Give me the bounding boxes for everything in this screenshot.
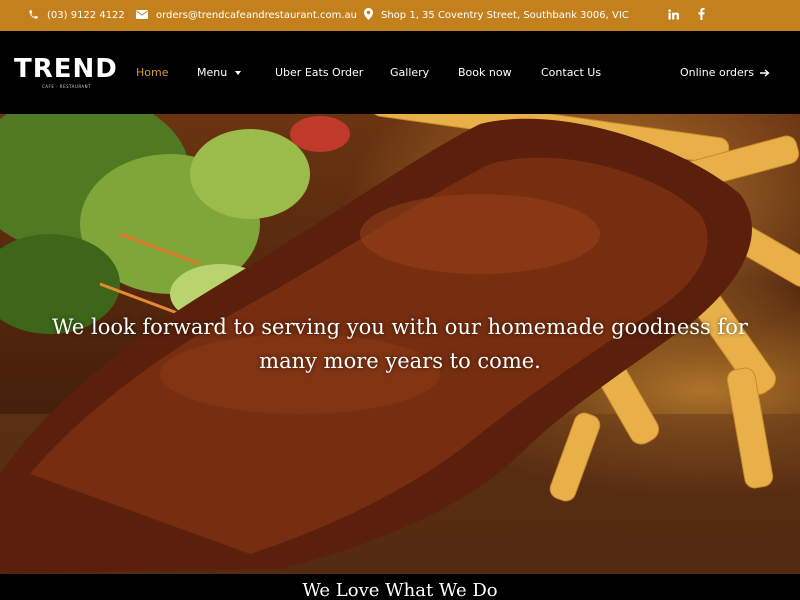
top-info-bar: (03) 9122 4122 orders@trendcafeandrestau…	[0, 0, 800, 31]
hero-tagline: We look forward to serving you with our …	[0, 310, 800, 378]
about-section-header: We Love What We Do	[0, 574, 800, 600]
arrow-right-icon	[760, 68, 770, 77]
nav-gallery[interactable]: Gallery	[390, 31, 429, 114]
address-link[interactable]: Shop 1, 35 Coventry Street, Southbank 30…	[364, 0, 629, 31]
envelope-icon	[136, 9, 156, 22]
nav-home[interactable]: Home	[136, 31, 168, 114]
nav-menu[interactable]: Menu	[197, 31, 242, 114]
online-orders-link[interactable]: Online orders	[680, 31, 770, 114]
nav-home-label: Home	[136, 66, 169, 79]
nav-uber-eats[interactable]: Uber Eats Order	[275, 31, 363, 114]
chevron-down-icon	[235, 70, 242, 75]
facebook-link[interactable]	[698, 0, 705, 31]
email-link[interactable]: orders@trendcafeandrestaurant.com.au	[136, 0, 357, 31]
linkedin-link[interactable]	[668, 0, 679, 31]
linkedin-icon[interactable]	[668, 8, 679, 23]
hero-line-2: many more years to come.	[259, 349, 541, 373]
nav-uber-label: Uber Eats Order	[275, 66, 364, 79]
section-title: We Love What We Do	[302, 580, 498, 600]
nav-menu-label: Menu	[197, 66, 228, 79]
phone-icon	[28, 9, 47, 23]
email-text: orders@trendcafeandrestaurant.com.au	[156, 10, 357, 21]
address-text: Shop 1, 35 Coventry Street, Southbank 30…	[381, 10, 629, 21]
map-pin-icon	[364, 8, 381, 23]
phone-link[interactable]: (03) 9122 4122	[28, 0, 125, 31]
phone-text: (03) 9122 4122	[47, 10, 125, 21]
facebook-icon[interactable]	[698, 8, 705, 23]
main-navbar: TREND CAFE · RESTAURANT Home Menu Uber E…	[0, 31, 800, 114]
nav-book-label: Book now	[458, 66, 512, 79]
nav-contact-label: Contact Us	[541, 66, 602, 79]
hero-banner: We look forward to serving you with our …	[0, 114, 800, 574]
hero-line-1: We look forward to serving you with our …	[52, 315, 748, 339]
brand-name: TREND	[14, 54, 118, 84]
nav-contact[interactable]: Contact Us	[541, 31, 601, 114]
online-orders-label: Online orders	[680, 66, 755, 79]
nav-book-now[interactable]: Book now	[458, 31, 512, 114]
brand-logo[interactable]: TREND CAFE · RESTAURANT	[14, 54, 118, 95]
brand-tagline: CAFE · RESTAURANT	[42, 84, 92, 89]
nav-gallery-label: Gallery	[390, 66, 430, 79]
